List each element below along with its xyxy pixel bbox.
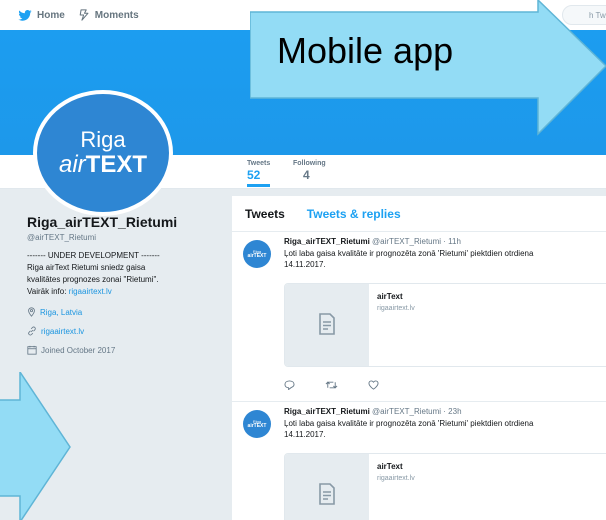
bio-line-4: Vairāk info: rigaairtext.lv [27,286,217,298]
twitter-profile-page: Home Moments h Twi Mobile app Tweets 52 … [0,0,606,520]
like-icon[interactable] [368,380,379,390]
tab-tweets[interactable]: Tweets [245,207,285,221]
profile-website: rigaairtext.lv [27,326,217,336]
stat-following-label: Following [293,160,326,167]
tweet-text: Ļoti laba gaisa kvalitāte ir prognozēta … [284,248,604,270]
reply-icon[interactable] [284,380,295,390]
stat-tweets-label: Tweets [247,160,271,167]
profile-handle: @airTEXT_Rietumi [27,233,97,242]
link-card[interactable]: airText rigaairtext.lv [284,283,606,367]
nav-moments[interactable]: Moments [79,9,139,21]
retweet-icon[interactable] [325,380,338,390]
avatar-line1: Riga [80,127,126,152]
bio-line-4-prefix: Vairāk info: [27,287,69,296]
tweet[interactable]: Riga airTEXT Riga_airTEXT_Rietumi @airTE… [232,402,606,520]
tweet-avatar-line2: airTEXT [247,423,267,429]
tweet-author-name[interactable]: Riga_airTEXT_Rietumi [284,237,370,246]
tweet-text-line2: 14.11.2017. [284,260,326,269]
tweet-body: Riga_airTEXT_Rietumi @airTEXT_Rietumi · … [284,407,604,440]
card-thumbnail [285,284,369,366]
profile-name[interactable]: Riga_airTEXT_Rietumi [27,214,217,230]
timeline-tabs: Tweets Tweets & replies [232,196,606,232]
stat-following[interactable]: Following 4 [293,160,326,182]
location-text[interactable]: Riga, Latvia [40,308,82,317]
avatar-line2: airTEXT [59,152,147,178]
twitter-bird-icon [18,9,32,21]
profile-location: Riga, Latvia [27,307,217,317]
location-pin-icon [27,307,36,317]
tweet-author-name[interactable]: Riga_airTEXT_Rietumi [284,407,370,416]
tweet-body: Riga_airTEXT_Rietumi @airTEXT_Rietumi · … [284,237,604,270]
tweet-handle-time[interactable]: @airTEXT_Rietumi · 11h [372,237,461,246]
document-icon [317,482,337,510]
tweet-header: Riga_airTEXT_Rietumi @airTEXT_Rietumi · … [284,407,604,416]
stat-following-value: 4 [303,168,310,182]
tweet-text-line1: Ļoti laba gaisa kvalitāte ir prognozēta … [284,249,534,258]
bio-line-3: kvalitātes prognozes zonai "Rietumi". [27,275,159,284]
document-icon [317,312,337,340]
calendar-icon [27,345,37,355]
link-icon [27,326,37,336]
profile-bio: ------- UNDER DEVELOPMENT ------- Riga a… [27,250,217,298]
tweet-text-line1: Ļoti laba gaisa kvalitāte ir prognozēta … [284,419,534,428]
tweet-avatar[interactable]: Riga airTEXT [243,410,271,438]
nav-home-label: Home [37,9,65,21]
card-thumbnail [285,454,369,520]
stat-tweets-value: 52 [247,168,261,182]
card-url: rigaairtext.lv [377,475,415,482]
card-title: airText [377,462,403,471]
callout-label: Mobile app [277,30,454,71]
profile-info: Riga_airTEXT_Rietumi @airTEXT_Rietumi --… [27,214,217,355]
tweet-handle-time[interactable]: @airTEXT_Rietumi · 23h [372,407,461,416]
avatar-line2-prefix: air [58,151,86,178]
bio-link[interactable]: rigaairtext.lv [69,287,112,296]
stat-tweets[interactable]: Tweets 52 [247,160,271,187]
avatar-line2-suffix: TEXT [85,151,147,178]
tweet[interactable]: Riga airTEXT Riga_airTEXT_Rietumi @airTE… [232,232,606,402]
timeline: Tweets Tweets & replies Riga airTEXT Rig… [232,196,606,520]
nav-moments-label: Moments [94,9,139,21]
left-callout-arrow [0,372,71,520]
bio-line-1: ------- UNDER DEVELOPMENT ------- [27,251,160,260]
tweet-actions [284,380,409,390]
profile-avatar[interactable]: Riga airTEXT [33,90,173,216]
bio-line-2: Riga airText Rietumi sniedz gaisa [27,263,146,272]
lightning-icon [79,9,90,21]
tweet-text: Ļoti laba gaisa kvalitāte ir prognozēta … [284,418,604,440]
joined-text: Joined October 2017 [41,345,116,355]
tweet-header: Riga_airTEXT_Rietumi @airTEXT_Rietumi · … [284,237,604,246]
tab-tweets-replies[interactable]: Tweets & replies [307,207,401,221]
tweet-avatar-line2: airTEXT [247,253,267,259]
website-link[interactable]: rigaairtext.lv [41,327,84,336]
tweet-avatar[interactable]: Riga airTEXT [243,240,271,268]
link-card[interactable]: airText rigaairtext.lv [284,453,606,520]
nav-home[interactable]: Home [18,9,65,21]
card-title: airText [377,292,403,301]
profile-joined: Joined October 2017 [27,345,217,355]
card-url: rigaairtext.lv [377,305,415,312]
tweet-text-line2: 14.11.2017. [284,430,326,439]
